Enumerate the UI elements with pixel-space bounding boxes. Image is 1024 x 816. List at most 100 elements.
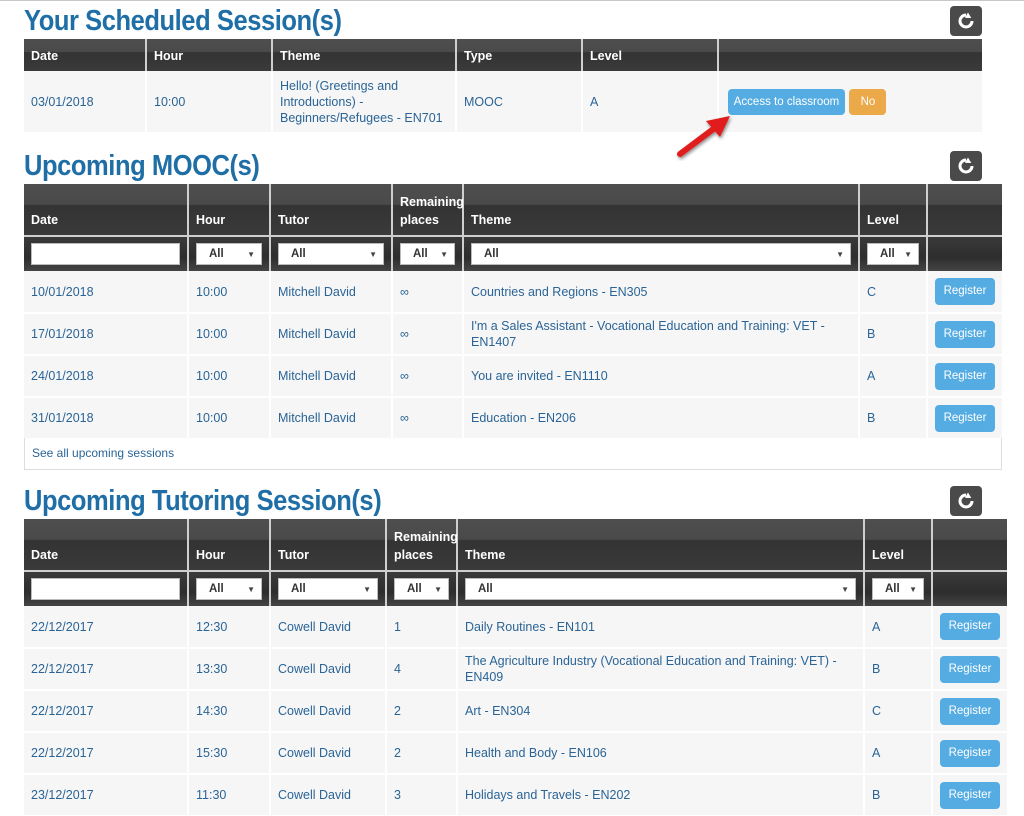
column-header-hour[interactable]: Hour xyxy=(146,39,273,71)
cell-level: B xyxy=(864,648,933,691)
cell-theme[interactable]: Art - EN304 xyxy=(457,690,865,733)
theme-filter-select[interactable]: All ▼ xyxy=(465,578,856,600)
column-header-theme[interactable]: Theme xyxy=(457,519,865,571)
see-all-upcoming-sessions-link[interactable]: See all upcoming sessions xyxy=(24,438,1002,470)
column-header-level[interactable]: Level xyxy=(864,519,933,571)
register-button[interactable]: Register xyxy=(940,613,1000,640)
column-header-hour[interactable]: Hour xyxy=(188,519,271,571)
column-header-tutor[interactable]: Tutor xyxy=(270,184,393,236)
register-button[interactable]: Register xyxy=(935,362,995,390)
column-header-remaining-places[interactable]: Remaining places xyxy=(386,519,458,571)
column-header-date[interactable]: Date xyxy=(24,184,189,236)
cell-theme[interactable]: Holidays and Travels - EN202 xyxy=(457,774,865,816)
table-row: 10/01/2018 10:00 Mitchell David ∞ Countries … xyxy=(24,271,1002,314)
dropdown-arrow-icon: ▼ xyxy=(434,584,442,594)
register-button[interactable]: Register xyxy=(940,697,1000,725)
tutoring-table: Date Hour Tutor Remaining places Theme L… xyxy=(24,519,1007,816)
cell-tutor[interactable]: Cowell David xyxy=(270,648,387,691)
cell-theme[interactable]: Health and Body - EN106 xyxy=(457,732,865,775)
tutor-filter-select[interactable]: All ▼ xyxy=(278,243,384,265)
cell-theme[interactable]: You are invited - EN1110 xyxy=(463,355,860,398)
dropdown-arrow-icon: ▼ xyxy=(363,584,371,594)
theme-filter-select[interactable]: All ▼ xyxy=(471,243,851,265)
hour-filter-select[interactable]: All ▼ xyxy=(196,243,262,265)
level-filter-select[interactable]: All ▼ xyxy=(872,578,924,600)
cell-tutor[interactable]: Cowell David xyxy=(270,732,387,775)
table-row: 31/01/2018 10:00 Mitchell David ∞ Education … xyxy=(24,397,1002,440)
dropdown-arrow-icon: ▼ xyxy=(836,249,844,259)
cell-remaining-places: ∞ xyxy=(392,355,464,398)
level-filter-value: All xyxy=(880,248,895,260)
table-header-row: Date Hour Theme Type Level xyxy=(24,39,982,71)
column-header-remaining-places[interactable]: Remaining places xyxy=(392,184,464,236)
hour-filter-value: All xyxy=(209,248,224,260)
cell-theme[interactable]: Education - EN206 xyxy=(463,397,860,440)
hour-filter-value: All xyxy=(209,583,224,595)
refresh-icon xyxy=(958,12,974,29)
cell-tutor[interactable]: Mitchell David xyxy=(270,355,393,398)
cell-remaining-places: ∞ xyxy=(392,313,464,356)
table-row: 22/12/2017 14:30 Cowell David 2 Art - EN304 C… xyxy=(24,690,1007,733)
cell-theme[interactable]: Countries and Regions - EN305 xyxy=(463,271,860,314)
tutor-filter-select[interactable]: All ▼ xyxy=(278,578,378,600)
column-header-date[interactable]: Date xyxy=(24,39,147,71)
dropdown-arrow-icon: ▼ xyxy=(909,584,917,594)
column-header-theme[interactable]: Theme xyxy=(272,39,457,71)
column-header-level[interactable]: Level xyxy=(582,39,719,71)
column-header-date[interactable]: Date xyxy=(24,519,189,571)
cell-actions: Register xyxy=(927,355,1002,398)
tutor-filter-value: All xyxy=(291,583,306,595)
column-header-theme[interactable]: Theme xyxy=(463,184,860,236)
places-filter-select[interactable]: All ▼ xyxy=(394,578,449,600)
cell-tutor[interactable]: Cowell David xyxy=(270,690,387,733)
access-classroom-button[interactable]: Access to classroom xyxy=(728,88,845,115)
cell-theme[interactable]: I'm a Sales Assistant - Vocational Educa… xyxy=(463,313,860,356)
column-header-type[interactable]: Type xyxy=(456,39,583,71)
hour-filter-select[interactable]: All ▼ xyxy=(196,578,262,600)
cell-level: B xyxy=(859,313,928,356)
register-button[interactable]: Register xyxy=(940,781,1000,809)
register-button[interactable]: Register xyxy=(940,655,1000,683)
register-button[interactable]: Register xyxy=(940,739,1000,767)
cell-theme[interactable]: Daily Routines - EN101 xyxy=(457,606,865,649)
table-row: 22/12/2017 13:30 Cowell David 4 The Agricult… xyxy=(24,648,1007,691)
dropdown-arrow-icon: ▼ xyxy=(369,249,377,259)
tutoring-refresh-button[interactable] xyxy=(950,486,982,516)
places-filter-select[interactable]: All ▼ xyxy=(400,243,455,265)
cell-date: 22/12/2017 xyxy=(24,732,189,775)
cell-tutor[interactable]: Mitchell David xyxy=(270,397,393,440)
cell-date: 22/12/2017 xyxy=(24,648,189,691)
date-filter-input[interactable] xyxy=(31,578,180,600)
dropdown-arrow-icon: ▼ xyxy=(440,249,448,259)
level-filter-select[interactable]: All ▼ xyxy=(867,243,919,265)
dropdown-arrow-icon: ▼ xyxy=(841,584,849,594)
cell-tutor[interactable]: Cowell David xyxy=(270,606,387,649)
red-arrow-annotation-icon xyxy=(677,116,730,157)
register-button[interactable]: Register xyxy=(935,278,995,305)
cell-tutor[interactable]: Mitchell David xyxy=(270,313,393,356)
cell-theme[interactable]: Hello! (Greetings and Introductions) - B… xyxy=(272,71,457,134)
places-filter-value: All xyxy=(407,583,422,595)
column-header-tutor[interactable]: Tutor xyxy=(270,519,387,571)
upcoming-tutoring-title: Upcoming Tutoring Session(s) xyxy=(24,485,382,517)
cell-tutor[interactable]: Mitchell David xyxy=(270,271,393,314)
cell-hour: 10:00 xyxy=(188,397,271,440)
cell-actions: Register xyxy=(932,774,1007,816)
register-button[interactable]: Register xyxy=(935,404,995,432)
column-header-level[interactable]: Level xyxy=(859,184,928,236)
cell-date: 31/01/2018 xyxy=(24,397,189,440)
cell-level: B xyxy=(859,397,928,440)
cell-theme[interactable]: The Agriculture Industry (Vocational Edu… xyxy=(457,648,865,691)
column-header-actions xyxy=(932,519,1007,571)
tutor-filter-value: All xyxy=(291,248,306,260)
no-button[interactable]: No xyxy=(849,88,887,115)
cell-tutor[interactable]: Cowell David xyxy=(270,774,387,816)
column-header-hour[interactable]: Hour xyxy=(188,184,271,236)
date-filter-input[interactable] xyxy=(31,243,180,265)
scheduled-refresh-button[interactable] xyxy=(950,6,982,36)
cell-hour: 14:30 xyxy=(188,690,271,733)
register-button[interactable]: Register xyxy=(935,320,995,348)
table-row: 24/01/2018 10:00 Mitchell David ∞ You are in… xyxy=(24,355,1002,398)
mooc-refresh-button[interactable] xyxy=(950,151,982,181)
cell-level: C xyxy=(864,690,933,733)
